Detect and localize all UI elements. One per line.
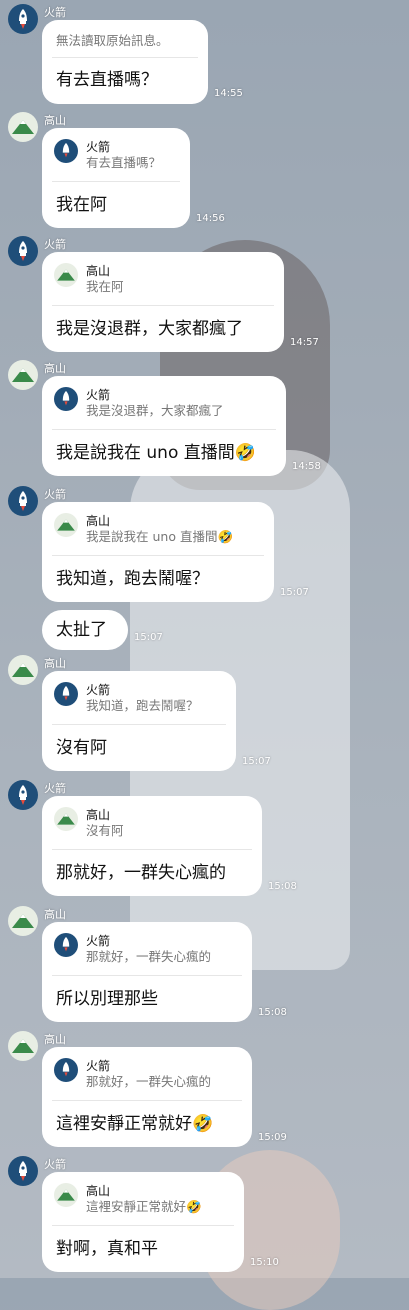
reply-sender: 火箭 <box>86 388 111 402</box>
reply-preview[interactable]: 火箭 那就好，一群失心瘋的 <box>42 922 252 965</box>
reply-preview[interactable]: 高山 這裡安靜正常就好🤣 <box>42 1172 244 1215</box>
sender-name: 高山 <box>44 1033 66 1046</box>
mountain-avatar-icon <box>54 263 78 287</box>
reply-sender: 高山 <box>86 264 111 278</box>
reply-sender: 火箭 <box>86 1059 111 1073</box>
reply-sender: 高山 <box>86 514 111 528</box>
mountain-avatar-icon[interactable] <box>8 906 38 936</box>
mountain-avatar-icon[interactable] <box>8 1031 38 1061</box>
reply-preview[interactable]: 火箭 那就好，一群失心瘋的 <box>42 1047 252 1090</box>
reply-preview[interactable]: 火箭 我知道，跑去鬧喔？ <box>42 671 236 714</box>
message-bubble[interactable]: 高山 我在阿 我是沒退群，大家都瘋了 <box>42 252 284 352</box>
sender-name: 火箭 <box>44 1158 66 1171</box>
mountain-avatar-icon <box>54 513 78 537</box>
sender-name: 火箭 <box>44 238 66 251</box>
message-bubble[interactable]: 高山 我是說我在 uno 直播間🤣 我知道，跑去鬧喔？ <box>42 502 274 602</box>
reply-quote: 無法讀取原始訊息。 <box>56 33 169 48</box>
reply-quote: 有去直播嗎？ <box>86 155 162 170</box>
message-text: 這裡安靜正常就好🤣 <box>56 1114 214 1134</box>
message-text: 所以別理那些 <box>56 989 158 1009</box>
message-text: 太扯了 <box>56 620 107 640</box>
timestamp: 14:57 <box>290 337 319 348</box>
rocket-avatar-icon <box>54 933 78 957</box>
sender-name: 高山 <box>44 908 66 921</box>
message-text: 那就好，一群失心瘋的 <box>56 863 226 883</box>
sender-name: 火箭 <box>44 6 66 19</box>
message-bubble[interactable]: 火箭 有去直播嗎？ 我在阿 <box>42 128 190 228</box>
sender-name: 高山 <box>44 362 66 375</box>
reply-preview[interactable]: 高山 我在阿 <box>42 252 284 295</box>
message-text: 有去直播嗎？ <box>56 70 158 90</box>
timestamp: 15:07 <box>134 632 163 643</box>
timestamp: 14:58 <box>292 461 321 472</box>
rocket-avatar-icon[interactable] <box>8 780 38 810</box>
message-text: 沒有阿 <box>56 738 107 758</box>
timestamp: 14:55 <box>214 88 243 99</box>
message-bubble[interactable]: 火箭 那就好，一群失心瘋的 所以別理那些 <box>42 922 252 1022</box>
sender-name: 高山 <box>44 657 66 670</box>
message-bubble[interactable]: 火箭 我知道，跑去鬧喔？ 沒有阿 <box>42 671 236 771</box>
timestamp: 15:10 <box>250 1257 279 1268</box>
sender-name: 火箭 <box>44 782 66 795</box>
message-bubble[interactable]: 火箭 那就好，一群失心瘋的 這裡安靜正常就好🤣 <box>42 1047 252 1147</box>
reply-sender: 火箭 <box>86 934 111 948</box>
reply-quote: 我在阿 <box>86 279 124 294</box>
rocket-avatar-icon[interactable] <box>8 4 38 34</box>
rocket-avatar-icon <box>54 1058 78 1082</box>
sender-name: 火箭 <box>44 488 66 501</box>
message-bubble[interactable]: 火箭 我是沒退群，大家都瘋了 我是說我在 uno 直播間🤣 <box>42 376 286 476</box>
timestamp: 15:07 <box>242 756 271 767</box>
reply-quote: 我是沒退群，大家都瘋了 <box>86 403 224 418</box>
reply-quote: 這裡安靜正常就好🤣 <box>86 1199 202 1214</box>
message-text: 我是說我在 uno 直播間🤣 <box>56 443 256 463</box>
mountain-avatar-icon[interactable] <box>8 360 38 390</box>
timestamp: 15:09 <box>258 1132 287 1143</box>
reply-preview[interactable]: 火箭 有去直播嗎？ <box>42 128 190 171</box>
reply-quote: 沒有阿 <box>86 823 124 838</box>
reply-sender: 高山 <box>86 1184 111 1198</box>
reply-sender: 高山 <box>86 808 111 822</box>
reply-preview[interactable]: 高山 我是說我在 uno 直播間🤣 <box>42 502 274 545</box>
message-text: 我知道，跑去鬧喔？ <box>56 569 209 589</box>
message-text: 我在阿 <box>56 195 107 215</box>
timestamp: 15:08 <box>258 1007 287 1018</box>
reply-preview[interactable]: 火箭 我是沒退群，大家都瘋了 <box>42 376 286 419</box>
rocket-avatar-icon <box>54 682 78 706</box>
timestamp: 14:56 <box>196 213 225 224</box>
reply-quote: 我知道，跑去鬧喔？ <box>86 698 199 713</box>
message-bubble[interactable]: 太扯了 <box>42 610 128 650</box>
rocket-avatar-icon <box>54 387 78 411</box>
mountain-avatar-icon[interactable] <box>8 112 38 142</box>
rocket-avatar-icon[interactable] <box>8 1156 38 1186</box>
rocket-avatar-icon[interactable] <box>8 236 38 266</box>
timestamp: 15:07 <box>280 587 309 598</box>
reply-quote: 那就好，一群失心瘋的 <box>86 949 212 964</box>
message-text: 我是沒退群，大家都瘋了 <box>56 319 243 339</box>
reply-sender: 火箭 <box>86 683 111 697</box>
sender-name: 高山 <box>44 114 66 127</box>
message-bubble[interactable]: 高山 這裡安靜正常就好🤣 對啊，真和平 <box>42 1172 244 1272</box>
rocket-avatar-icon <box>54 139 78 163</box>
rocket-avatar-icon[interactable] <box>8 486 38 516</box>
timestamp: 15:08 <box>268 881 297 892</box>
mountain-avatar-icon <box>54 1183 78 1207</box>
mountain-avatar-icon[interactable] <box>8 655 38 685</box>
reply-preview[interactable]: 高山 沒有阿 <box>42 796 262 839</box>
reply-quote: 那就好，一群失心瘋的 <box>86 1074 212 1089</box>
message-bubble[interactable]: 高山 沒有阿 那就好，一群失心瘋的 <box>42 796 262 896</box>
reply-sender: 火箭 <box>86 140 111 154</box>
message-bubble[interactable]: 無法讀取原始訊息。 有去直播嗎？ <box>42 20 208 104</box>
message-text: 對啊，真和平 <box>56 1239 158 1259</box>
mountain-avatar-icon <box>54 807 78 831</box>
reply-quote: 我是說我在 uno 直播間🤣 <box>86 529 234 544</box>
